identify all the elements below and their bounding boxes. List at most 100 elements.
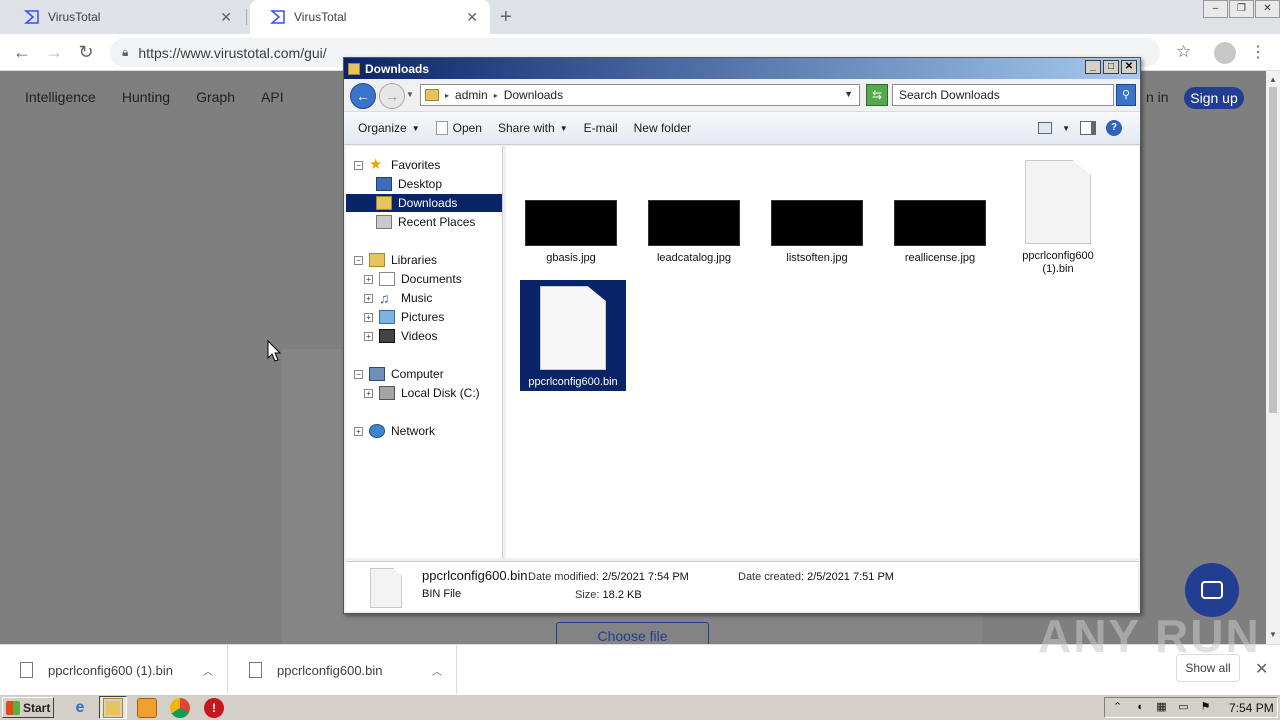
file-item-ppcrlconfig600-1[interactable]: ppcrlconfig600 (1).bin: [1012, 160, 1104, 276]
expand-icon[interactable]: +: [364, 312, 373, 322]
chevron-up-icon[interactable]: ︿: [432, 663, 442, 678]
minimize-button[interactable]: –: [1203, 0, 1228, 18]
explorer-titlebar[interactable]: Downloads: [344, 58, 1140, 79]
tree-item-libraries[interactable]: − Libraries: [354, 251, 437, 269]
maximize-button[interactable]: □: [1103, 60, 1119, 74]
collapse-icon[interactable]: −: [354, 369, 363, 379]
chevron-down-icon[interactable]: ▼: [844, 89, 853, 99]
document-icon: [370, 568, 402, 608]
tree-item-music[interactable]: + ♫ Music: [364, 289, 432, 307]
download-item-1[interactable]: ppcrlconfig600 (1).bin ︿: [0, 645, 228, 695]
file-item-gbasis[interactable]: gbasis.jpg: [518, 200, 624, 265]
tree-item-local-disk[interactable]: + Local Disk (C:): [364, 384, 480, 402]
bookmark-star-icon[interactable]: ☆: [1176, 42, 1191, 62]
preview-pane-icon[interactable]: [1080, 121, 1096, 135]
breadcrumb-downloads[interactable]: Downloads: [504, 88, 563, 102]
forward-arrow-icon[interactable]: →: [43, 42, 65, 63]
collapse-icon[interactable]: −: [354, 255, 363, 265]
sign-up-button[interactable]: Sign up: [1184, 87, 1244, 109]
profile-avatar-icon[interactable]: [1214, 42, 1236, 64]
file-item-listsoften[interactable]: listsoften.jpg: [764, 200, 870, 265]
chevron-down-icon[interactable]: ▼: [1062, 124, 1070, 133]
organize-button[interactable]: Organize ▼: [358, 121, 420, 135]
folder-icon[interactable]: [103, 698, 123, 718]
star-icon: ★: [369, 156, 383, 173]
expand-icon[interactable]: +: [364, 331, 373, 341]
scroll-down-arrow-icon[interactable]: ▼: [1266, 628, 1280, 642]
chevron-right-icon[interactable]: ▸: [445, 91, 449, 100]
volume-icon[interactable]: ◖: [1133, 701, 1146, 714]
chevron-up-icon[interactable]: ⌃: [1111, 701, 1124, 714]
nav-intelligence[interactable]: Intelligence: [25, 89, 96, 105]
tree-item-computer[interactable]: − Computer: [354, 365, 444, 383]
show-all-button[interactable]: Show all: [1176, 654, 1240, 682]
email-button[interactable]: E-mail: [584, 121, 618, 135]
tree-item-network[interactable]: + Network: [354, 422, 435, 440]
close-icon[interactable]: ✕: [220, 9, 232, 26]
scroll-up-arrow-icon[interactable]: ▲: [1266, 73, 1280, 87]
tree-item-desktop[interactable]: Desktop: [376, 175, 442, 193]
browser-tab-2[interactable]: VirusTotal ✕: [250, 0, 490, 34]
network-status-icon[interactable]: ▦: [1155, 701, 1168, 714]
clock[interactable]: 7:54 PM: [1229, 701, 1274, 715]
battery-icon[interactable]: ▭: [1177, 701, 1190, 714]
change-view-icon[interactable]: [1038, 122, 1053, 134]
chevron-right-icon[interactable]: ▸: [494, 91, 498, 100]
help-icon[interactable]: ?: [1106, 120, 1122, 136]
close-button[interactable]: ✕: [1255, 0, 1280, 18]
page-scrollbar[interactable]: ▲ ▼: [1266, 71, 1280, 644]
nav-hunting[interactable]: Hunting: [122, 89, 170, 105]
reload-icon[interactable]: ↻: [75, 42, 97, 63]
close-icon[interactable]: ✕: [466, 9, 478, 26]
action-center-flag-icon[interactable]: ⚑: [1199, 701, 1212, 714]
forward-arrow-icon[interactable]: →: [379, 83, 405, 109]
explorer-address-bar[interactable]: ▸ admin ▸ Downloads ▼: [420, 84, 860, 106]
media-player-icon[interactable]: [137, 698, 157, 718]
download-item-2[interactable]: ppcrlconfig600.bin ︿: [229, 645, 457, 695]
file-item-leadcatalog[interactable]: leadcatalog.jpg: [641, 200, 747, 265]
close-button[interactable]: ✕: [1121, 60, 1137, 74]
tree-item-downloads[interactable]: Downloads: [346, 194, 502, 212]
file-item-reallicense[interactable]: reallicense.jpg: [887, 200, 993, 265]
open-button[interactable]: Open: [435, 121, 482, 135]
tree-item-favorites[interactable]: − ★ Favorites: [354, 156, 440, 174]
image-thumbnail-icon: [525, 200, 617, 246]
restore-button[interactable]: ❐: [1229, 0, 1254, 18]
menu-dots-icon[interactable]: ⋮: [1250, 42, 1266, 62]
stop-icon[interactable]: !: [204, 698, 224, 718]
browser-tab-1[interactable]: VirusTotal ✕: [4, 0, 244, 34]
tree-item-videos[interactable]: + Videos: [364, 327, 437, 345]
collapse-icon[interactable]: −: [354, 160, 363, 170]
expand-icon[interactable]: +: [364, 293, 373, 303]
nav-api[interactable]: API: [261, 89, 284, 105]
choose-file-button[interactable]: Choose file: [556, 622, 709, 644]
internet-explorer-icon[interactable]: e: [70, 698, 90, 718]
back-arrow-icon[interactable]: ←: [350, 83, 376, 109]
start-button[interactable]: Start: [2, 697, 54, 718]
download-name: ppcrlconfig600 (1).bin: [48, 662, 174, 678]
refresh-icon[interactable]: ⇆: [866, 84, 888, 106]
tree-item-pictures[interactable]: + Pictures: [364, 308, 444, 326]
expand-icon[interactable]: +: [364, 388, 373, 398]
tree-item-documents[interactable]: + Documents: [364, 270, 462, 288]
new-tab-button[interactable]: +: [500, 6, 512, 29]
history-dropdown-icon[interactable]: ▼: [406, 90, 414, 99]
tree-item-recent-places[interactable]: Recent Places: [376, 213, 475, 231]
expand-icon[interactable]: +: [354, 426, 363, 436]
search-icon[interactable]: ⚲: [1116, 84, 1136, 106]
share-with-button[interactable]: Share with ▼: [498, 121, 568, 135]
chevron-up-icon[interactable]: ︿: [203, 663, 213, 678]
back-arrow-icon[interactable]: ←: [11, 42, 33, 63]
expand-icon[interactable]: +: [364, 274, 373, 284]
nav-graph[interactable]: Graph: [196, 89, 235, 105]
search-input[interactable]: Search Downloads: [892, 84, 1114, 106]
sign-in-link[interactable]: n in: [1146, 89, 1169, 105]
chrome-icon[interactable]: [170, 698, 190, 718]
downloads-folder-icon: [376, 196, 392, 210]
minimize-button[interactable]: _: [1085, 60, 1101, 74]
breadcrumb-admin[interactable]: admin: [455, 88, 488, 102]
file-item-ppcrlconfig600[interactable]: ppcrlconfig600.bin: [520, 280, 626, 391]
close-icon[interactable]: ✕: [1255, 659, 1268, 679]
new-folder-button[interactable]: New folder: [634, 121, 691, 135]
scroll-thumb[interactable]: [1269, 87, 1277, 413]
